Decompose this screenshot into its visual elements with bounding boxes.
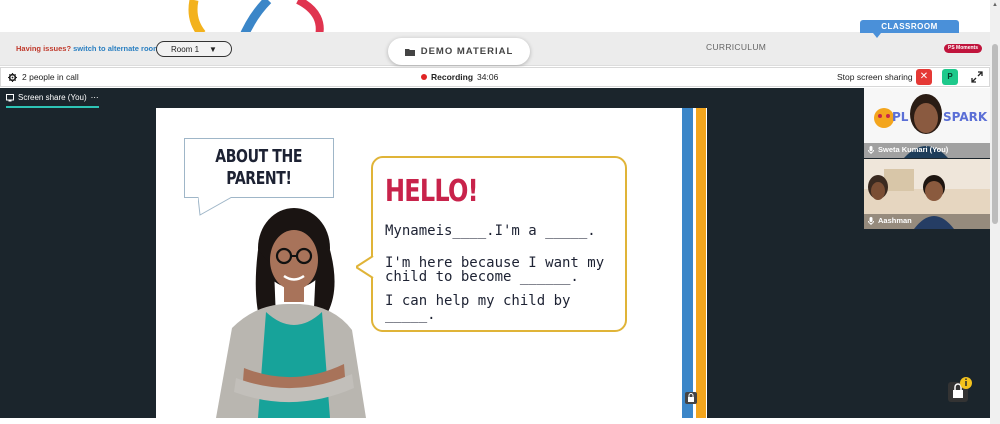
slide-stripe-blue [682, 108, 693, 418]
stop-sharing-label: Stop screen sharing [837, 72, 913, 82]
alternate-room-link[interactable]: switch to alternate room [73, 44, 160, 53]
slide-line-because-1: I'm here because I want my [385, 255, 605, 271]
planetspark-logo: PL [892, 110, 908, 124]
classroom-tab-pointer [873, 33, 881, 38]
ps-moments-badge[interactable]: PS Moments [944, 44, 983, 53]
classroom-page: Having issues? switch to alternate room … [0, 0, 1000, 424]
participant-label-aashman: Aashman [868, 216, 912, 225]
more-options-icon[interactable]: ⋯ [91, 93, 99, 102]
recording-dot-icon [421, 74, 427, 80]
hello-heading: HELLO! [385, 174, 479, 209]
slide-stripe-orange [696, 108, 706, 418]
lock-icon[interactable] [685, 392, 697, 404]
info-lock-icon[interactable] [947, 376, 973, 402]
participant-name-self: Sweta Kumari (You) [878, 145, 949, 154]
classroom-toolbar: Having issues? switch to alternate room … [0, 32, 990, 66]
demo-material-label: DEMO MATERIAL [420, 46, 514, 57]
recording-label: Recording [431, 72, 474, 82]
about-parent-box: ABOUT THE PARENT! [184, 138, 334, 198]
recording-time: 34:06 [477, 72, 499, 82]
microphone-icon [868, 145, 874, 154]
hello-bubble-tail [356, 256, 376, 278]
folder-icon [404, 48, 415, 56]
participant-label-self: Sweta Kumari (You) [868, 145, 948, 154]
close-icon: ✕ [919, 71, 929, 82]
parent-photo [216, 208, 366, 418]
shared-slide: ABOUT THE PARENT! HELLO! Mynameis____.I'… [156, 108, 707, 418]
moments-label: PS Moments [948, 45, 979, 51]
issue-text: Having issues? [16, 44, 72, 53]
screen-share-tab[interactable]: Screen share (You) ⋯ [6, 93, 99, 108]
participant-tile-aashman[interactable]: Aashman [864, 159, 990, 229]
people-count-label: 2 people in call [22, 72, 79, 82]
page-scrollbar[interactable]: ▲ [990, 0, 1000, 424]
about-title-line2: PARENT! [226, 168, 292, 189]
room-select[interactable]: Room 1 ▼ [156, 41, 232, 57]
slide-line-because-2: child to become ______. [385, 269, 579, 285]
fullscreen-icon[interactable] [970, 70, 984, 84]
people-count[interactable]: 2 people in call [8, 72, 79, 82]
slide-line-help: I can help my child by _____. [385, 293, 571, 323]
microphone-icon [868, 216, 874, 225]
video-stage: Screen share (You) ⋯ ABOUT THE PARENT! H… [0, 88, 990, 418]
scroll-up-icon[interactable]: ▲ [992, 2, 998, 8]
slide-line-name: Mynameis____.I'm a _____. [385, 223, 596, 239]
classroom-tab[interactable]: CLASSROOM [860, 20, 959, 33]
about-title-line1: ABOUT THE [215, 146, 303, 167]
participant-p-button[interactable]: P [942, 69, 958, 85]
issue-notice: Having issues? switch to alternate room [16, 44, 160, 53]
demo-material-button[interactable]: DEMO MATERIAL [388, 38, 530, 65]
chevron-down-icon: ▼ [209, 44, 217, 54]
curriculum-tab[interactable]: CURRICULUM [706, 42, 766, 52]
logo-right: SPARK [943, 110, 988, 124]
participant-name-aashman: Aashman [878, 216, 912, 225]
recording-status: Recording 34:06 [421, 72, 498, 82]
gear-icon[interactable] [8, 72, 17, 82]
planetspark-logo-tail: SPARK [943, 110, 987, 124]
room-value: Room 1 [171, 44, 200, 54]
screen-share-icon [6, 93, 14, 101]
participant-tile-self[interactable]: PL SPARK Sweta Kumari (You) [864, 88, 990, 158]
stop-sharing-button[interactable]: ✕ [916, 69, 932, 85]
hello-speech-bubble: HELLO! Mynameis____.I'm a _____. I'm her… [371, 156, 627, 332]
logo-left: PL [892, 110, 909, 124]
call-info-bar: 2 people in call Recording 34:06 Stop sc… [0, 67, 990, 87]
scrollbar-thumb[interactable] [992, 44, 998, 224]
screen-share-label: Screen share (You) [18, 93, 87, 102]
